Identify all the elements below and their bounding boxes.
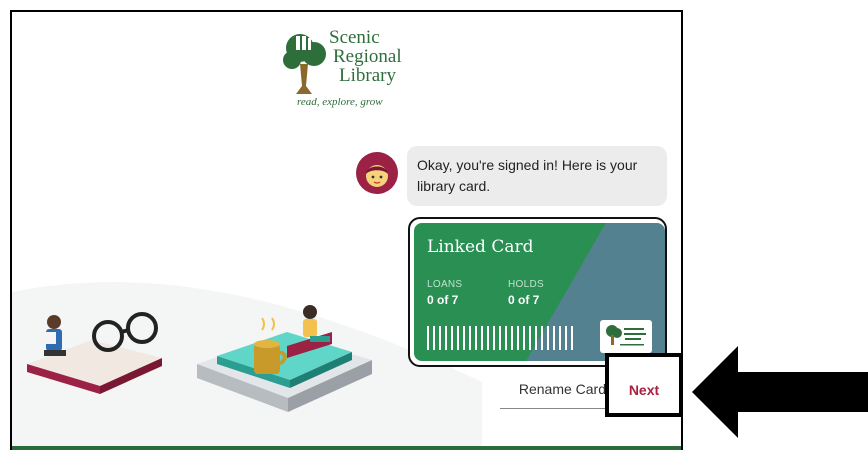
library-name-line-1: Scenic [329, 27, 380, 48]
card-library-logo-icon [606, 325, 646, 346]
holds-value: 0 of 7 [508, 293, 540, 307]
card-barcode [427, 326, 573, 350]
library-name-line-2: Regional [333, 46, 402, 67]
card-title: Linked Card [427, 237, 534, 257]
card-library-logo [600, 320, 652, 353]
next-button[interactable]: Next [610, 370, 678, 410]
library-name-line-3: Library [339, 65, 396, 86]
library-tagline: read, explore, grow [297, 96, 383, 108]
rename-card-button[interactable]: Rename Card [500, 369, 606, 409]
reading-person-illustration [27, 312, 162, 394]
chat-message-bubble: Okay, you're signed in! Here is your lib… [407, 146, 667, 206]
library-card[interactable]: Linked Card LOANS 0 of 7 HOLDS 0 of 7 [414, 223, 665, 361]
books-and-coffee-illustration [197, 305, 372, 412]
library-tree-logo-icon [283, 34, 326, 94]
arrow-left-icon [692, 346, 868, 438]
loans-label: LOANS [427, 279, 463, 290]
library-logo: Scenic Regional Library read, explore, g… [282, 22, 442, 122]
loans-value: 0 of 7 [427, 293, 459, 307]
libby-avatar-icon [356, 152, 398, 194]
library-name: Scenic Regional Library [329, 28, 402, 85]
holds-label: HOLDS [508, 279, 544, 290]
